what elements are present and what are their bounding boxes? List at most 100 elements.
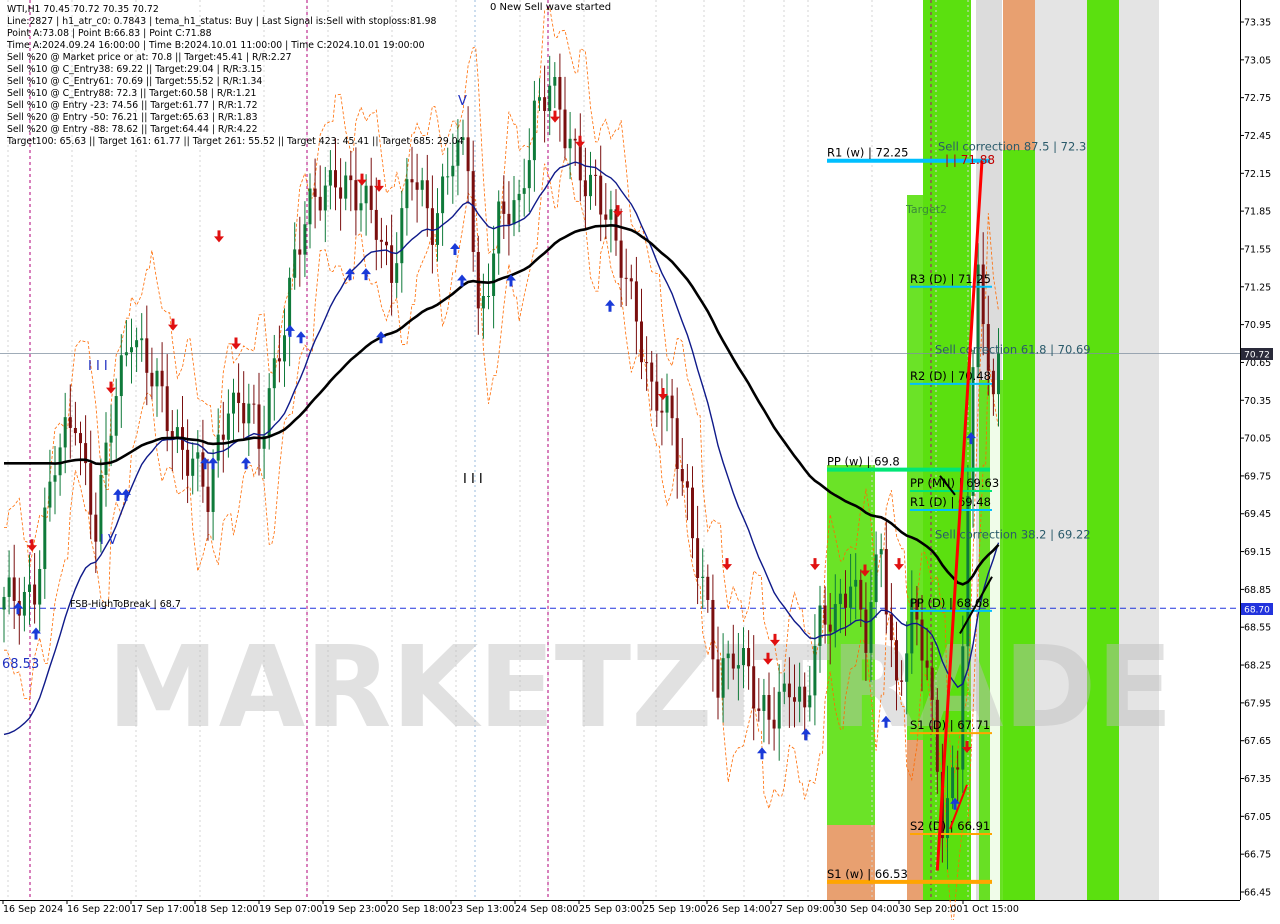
candle-body-up (104, 442, 108, 475)
time-tick-label: 16 Sep 22:00 (67, 904, 130, 915)
info-line: Time A:2024.09.24 16:00:00 | Time B:2024… (7, 40, 425, 51)
candle-body-up (43, 507, 47, 570)
candle-body-down (68, 417, 72, 428)
price-tick-label: 71.85 (1244, 207, 1271, 218)
candle-body-up (405, 179, 409, 209)
candle-body-down (313, 188, 317, 197)
price-tick-label: 68.85 (1244, 585, 1271, 596)
price-tick-label: 70.95 (1244, 320, 1271, 331)
candle-body-down (604, 214, 608, 220)
candle-body-down (201, 452, 205, 487)
candle-body-down (650, 362, 654, 382)
candle-body-up (966, 495, 970, 647)
price-tick-label: 66.45 (1244, 888, 1271, 899)
candle-body-up (492, 253, 496, 296)
candle-body-up (395, 263, 399, 283)
candle-body-down (507, 213, 511, 225)
time-tick-label: 24 Sep 08:00 (515, 904, 578, 915)
candle-body-down (339, 187, 343, 199)
candle-body-up (532, 100, 536, 161)
candle-body-down (563, 109, 567, 149)
candle-body-down (696, 538, 700, 578)
candle-body-up (589, 174, 592, 197)
candle-body-down (680, 468, 684, 482)
candle-body-down (257, 404, 261, 449)
price-tick-label: 72.15 (1244, 169, 1271, 180)
price-tick-label: 69.75 (1244, 471, 1271, 482)
candle-body-up (527, 160, 531, 189)
candle-body-up (328, 170, 332, 186)
candle-body-up (808, 695, 812, 708)
candle-body-up (838, 593, 842, 605)
candle-body-down (925, 660, 929, 668)
candle-body-up (905, 653, 909, 682)
candle-body-down (675, 418, 679, 469)
candle-body-down (884, 549, 888, 615)
candle-body-down (930, 667, 934, 700)
candle-body-up (517, 193, 521, 201)
candle-body-up (63, 417, 67, 448)
candle-body-up (522, 188, 526, 194)
pivot-level-label: PP (w) | 69.8 (827, 455, 900, 469)
candle-body-down (787, 683, 791, 698)
time-tick-label: 18 Sep 12:00 (195, 904, 258, 915)
time-tick-label: 30 Sep 20:00 (899, 904, 962, 915)
info-line: Target100: 65.63 || Target 161: 61.77 ||… (7, 136, 464, 147)
header-annotation: 0 New Sell wave started (490, 2, 611, 13)
candle-body-up (232, 392, 235, 414)
candle-body-up (135, 340, 139, 348)
candle-body-up (359, 203, 363, 211)
candle-body-down (747, 648, 751, 667)
candle-body-down (803, 686, 807, 708)
candle-body-up (308, 188, 312, 225)
price-tick-label: 70.05 (1244, 434, 1271, 445)
candle-body-up (109, 435, 113, 443)
chart-area[interactable]: MARKETZITRADE R1 (w) | 72.25 Sell correct… (0, 0, 1280, 924)
candle-body-down (594, 174, 598, 176)
candle-body-up (420, 180, 424, 190)
wave-label-iii-low: I I I (463, 472, 483, 487)
candle-body-down (12, 577, 16, 601)
time-tick-label: 19 Sep 07:00 (259, 904, 322, 915)
pivot-level-label: R1 (D) | 69.48 (910, 495, 991, 509)
candle-body-up (742, 648, 745, 666)
candle-body-down (425, 180, 429, 209)
candle-body-up (512, 200, 516, 225)
time-tick-label: 1 Oct 15:00 (963, 904, 1019, 915)
info-line: Sell %10 @ C_Entry88: 72.3 || Target:60.… (7, 88, 257, 99)
green-zone-band (1087, 0, 1119, 900)
candle-body-up (487, 295, 490, 297)
candle-body-down (573, 138, 577, 141)
candle-body-down (706, 576, 710, 600)
candle-body-down (599, 175, 603, 215)
pivot-level-label: R3 (D) | 71.25 (910, 272, 991, 286)
candle-body-down (150, 372, 154, 387)
price-tick-label: 70.35 (1244, 396, 1271, 407)
info-line: Sell %10 @ Entry -23: 74.56 || Target:61… (7, 100, 258, 111)
candle-body-up (736, 665, 740, 669)
info-line: Sell %10 @ C_Entry61: 70.69 || Target:55… (7, 76, 263, 87)
pivot-level-label: Sell correction 87.5 | 72.3 (938, 139, 1086, 153)
candle-body-up (701, 576, 705, 578)
time-tick-label: 23 Sep 13:00 (451, 904, 514, 915)
candle-body-down (89, 463, 93, 515)
candle-body-up (114, 396, 118, 436)
candle-body-down (991, 370, 995, 395)
candle-body-down (94, 514, 98, 542)
time-tick-label: 26 Sep 14:00 (707, 904, 770, 915)
candle-body-up (22, 591, 26, 616)
candle-body-up (267, 388, 271, 436)
candle-body-up (782, 683, 786, 692)
time-tick-label: 30 Sep 04:00 (835, 904, 898, 915)
price-tick-label: 67.35 (1244, 774, 1271, 785)
candle-body-down (252, 403, 256, 405)
candle-body-up (849, 586, 853, 608)
plot-bottom-border (0, 900, 1240, 901)
candle-body-down (844, 593, 847, 608)
candle-body-up (323, 185, 327, 211)
info-line: Line:2827 | h1_atr_c0: 0.7843 | tema_h1_… (7, 16, 437, 27)
price-tick-label: 72.75 (1244, 93, 1271, 104)
time-tick-label: 27 Sep 09:00 (771, 904, 834, 915)
info-line: WTI,H1 70.45 70.72 70.35 70.72 (7, 4, 159, 15)
time-tick-label: 25 Sep 19:00 (643, 904, 706, 915)
